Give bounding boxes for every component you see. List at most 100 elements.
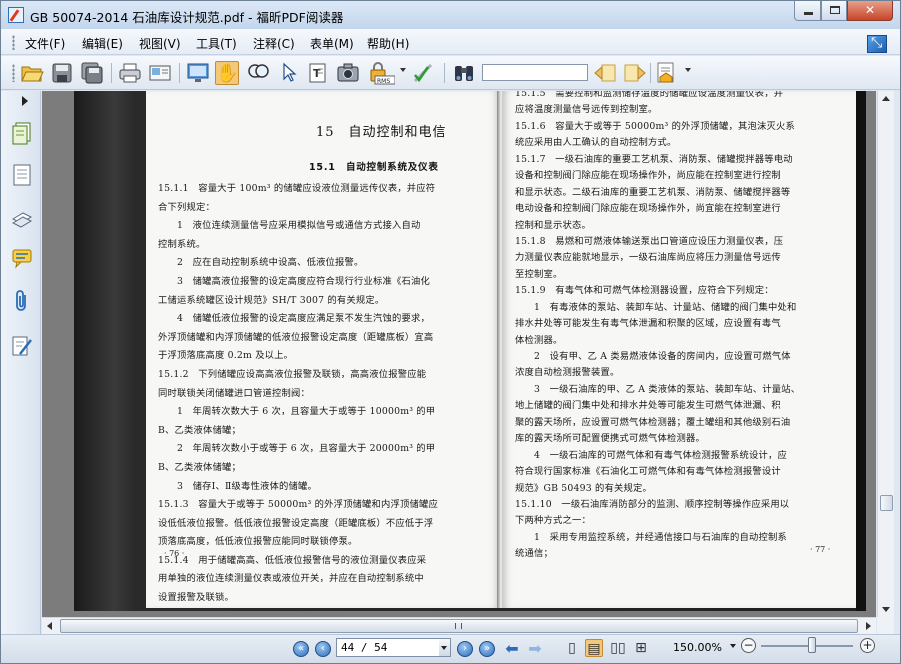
page-dropdown-icon[interactable] xyxy=(439,639,450,656)
open-button[interactable] xyxy=(20,61,44,85)
text-line: 15.1.7 一级石油库的重要工艺机泵、消防泵、储罐搅拌器等电动 xyxy=(515,153,793,165)
highlight-options-button[interactable] xyxy=(654,61,678,85)
vertical-scroll-thumb[interactable] xyxy=(880,495,893,511)
expand-panel-icon[interactable] xyxy=(22,96,28,106)
previous-page-button[interactable]: ‹ xyxy=(315,641,331,657)
toolbar-separator xyxy=(179,63,180,83)
find-input[interactable] xyxy=(482,64,588,81)
menu-grip-icon[interactable] xyxy=(12,35,15,50)
horizontal-scroll-thumb[interactable] xyxy=(60,619,858,633)
save-button[interactable] xyxy=(50,61,74,85)
layers-panel-button[interactable] xyxy=(11,205,33,229)
go-forward-button[interactable]: ➡ xyxy=(526,641,544,657)
highlight-dropdown-icon[interactable] xyxy=(685,68,691,72)
zoom-slider-thumb[interactable] xyxy=(807,637,816,653)
text-line: 合下列规定： xyxy=(158,201,215,213)
text-line: 15.1.1 容量大于 100m³ 的储罐应设液位测量远传仪表，并应符 xyxy=(158,183,436,194)
text-line: 15.1.6 容量大于或等于 50000m³ 的外浮顶储罐，其泡沫灭火系 xyxy=(515,120,796,132)
sign-button[interactable] xyxy=(411,61,435,85)
zoom-tool-button[interactable] xyxy=(246,61,270,85)
text-line: 15.1.3 容量大于或等于 50000m³ 的外浮顶储罐和内浮顶储罐应 xyxy=(158,499,439,511)
text-line: 3 储存Ⅰ、Ⅱ级毒性液体的储罐。 xyxy=(158,480,317,492)
menu-edit[interactable]: 编辑(E) xyxy=(82,35,123,52)
zoom-dropdown-icon[interactable] xyxy=(730,644,736,648)
continuous-facing-view-button[interactable]: ⊞ xyxy=(632,639,650,657)
menu-comment[interactable]: 注释(C) xyxy=(253,35,295,52)
text-line: 2 年周转次数小于或等于 6 次，且容量大于 20000m³ 的甲 xyxy=(158,443,436,455)
horizontal-scrollbar[interactable] xyxy=(42,617,876,634)
find-next-button[interactable] xyxy=(623,61,647,85)
signatures-icon xyxy=(12,336,32,356)
find-button[interactable] xyxy=(452,61,476,85)
save-as-icon xyxy=(81,62,103,84)
select-tool-button[interactable] xyxy=(276,61,300,85)
print-button[interactable] xyxy=(118,61,142,85)
continuous-view-button[interactable]: ▤ xyxy=(585,639,603,657)
facing-view-button[interactable]: ▯▯ xyxy=(609,639,627,657)
zoom-out-icon: − xyxy=(743,638,754,652)
snapshot-button[interactable] xyxy=(336,61,360,85)
text-select-button[interactable]: T xyxy=(306,61,330,85)
next-match-icon xyxy=(624,64,646,82)
next-page-button[interactable]: › xyxy=(457,641,473,657)
rms-button[interactable]: RMS xyxy=(369,61,396,85)
fullscreen-button[interactable] xyxy=(186,61,210,85)
scrollbar-corner xyxy=(877,617,894,634)
minimize-button[interactable] xyxy=(794,1,821,21)
menu-help[interactable]: 帮助(H) xyxy=(367,35,409,52)
zoom-in-icon: + xyxy=(862,638,873,652)
menu-view[interactable]: 视图(V) xyxy=(139,35,181,52)
email-button[interactable] xyxy=(148,61,172,85)
next-page-icon: › xyxy=(463,643,467,654)
text-line: 应将温度测量信号远传到控制室。 xyxy=(515,104,658,116)
text-line: 聚的露天场所，应设置可燃气体检测器；覆土罐组和其他级别石油 xyxy=(515,416,791,428)
text-line: 和显示状态。二级石油库的重要工艺机泵、消防泵、储罐搅拌器等 xyxy=(515,186,791,198)
save-as-button[interactable] xyxy=(80,61,104,85)
rms-dropdown-icon[interactable] xyxy=(400,68,406,72)
zoom-value[interactable]: 150.00% xyxy=(673,641,722,654)
last-page-button[interactable]: » xyxy=(479,641,495,657)
menu-tools[interactable]: 工具(T) xyxy=(196,35,237,52)
text-line: 15.1.9 有毒气体和可燃气体检测器设置，应符合下列规定： xyxy=(515,285,774,297)
scroll-grip-icon xyxy=(455,623,462,629)
zoom-out-button[interactable]: − xyxy=(741,638,756,653)
scan-border xyxy=(856,91,866,611)
close-button[interactable]: ✕ xyxy=(847,1,893,21)
first-page-button[interactable]: « xyxy=(293,641,309,657)
vertical-scrollbar[interactable] xyxy=(877,91,894,617)
text-line: 控制系统。 xyxy=(158,238,206,250)
scroll-up-icon[interactable] xyxy=(882,96,890,101)
find-previous-button[interactable] xyxy=(593,61,617,85)
text-line: 2 应在自动控制系统中设高、低液位报警。 xyxy=(158,257,364,269)
restore-layout-icon[interactable] xyxy=(867,35,887,53)
text-line: 地上储罐的阀门集中处和排水井处等可能发生可燃气体泄漏、积 xyxy=(515,400,781,412)
save-icon xyxy=(52,63,72,83)
go-back-button[interactable]: ⬅ xyxy=(503,641,521,657)
signatures-panel-button[interactable] xyxy=(11,334,33,358)
page-number-input[interactable] xyxy=(336,638,451,657)
layers-icon xyxy=(11,212,33,228)
foxit-app-icon xyxy=(8,7,24,23)
scroll-down-icon[interactable] xyxy=(882,607,890,612)
zoom-in-button[interactable]: + xyxy=(860,638,875,653)
bookmarks-panel-button[interactable] xyxy=(11,163,33,187)
text-select-icon: T xyxy=(309,63,326,83)
document-view[interactable]: 15 自动控制和电信 15.1 自动控制系统及仪表 15.1.1 容量大于 10… xyxy=(42,91,876,617)
maximize-button[interactable] xyxy=(821,1,847,21)
scroll-left-icon[interactable] xyxy=(47,622,52,630)
menu-file[interactable]: 文件(F) xyxy=(25,35,65,52)
maximize-icon xyxy=(830,6,840,14)
find-icon xyxy=(455,66,473,81)
menu-form[interactable]: 表单(M) xyxy=(310,35,354,52)
scroll-right-icon[interactable] xyxy=(866,622,871,630)
facing-pages-icon: ▯▯ xyxy=(610,640,626,656)
text-line: 3 一级石油库的甲、乙 A 类液体的泵站、装卸车站、计量站、 xyxy=(515,383,801,395)
text-line: 电动设备和控制阀门除应能在现场操作外，尚宜能在控制室进行 xyxy=(515,203,781,215)
toolbar-grip-icon[interactable] xyxy=(12,64,15,82)
comments-panel-button[interactable] xyxy=(11,247,33,271)
pages-panel-button[interactable] xyxy=(11,121,33,145)
attachments-panel-button[interactable] xyxy=(11,289,33,313)
highlight-icon xyxy=(657,62,674,83)
single-page-view-button[interactable]: ▯ xyxy=(563,639,581,657)
hand-tool-button[interactable]: ✋ xyxy=(215,61,239,85)
